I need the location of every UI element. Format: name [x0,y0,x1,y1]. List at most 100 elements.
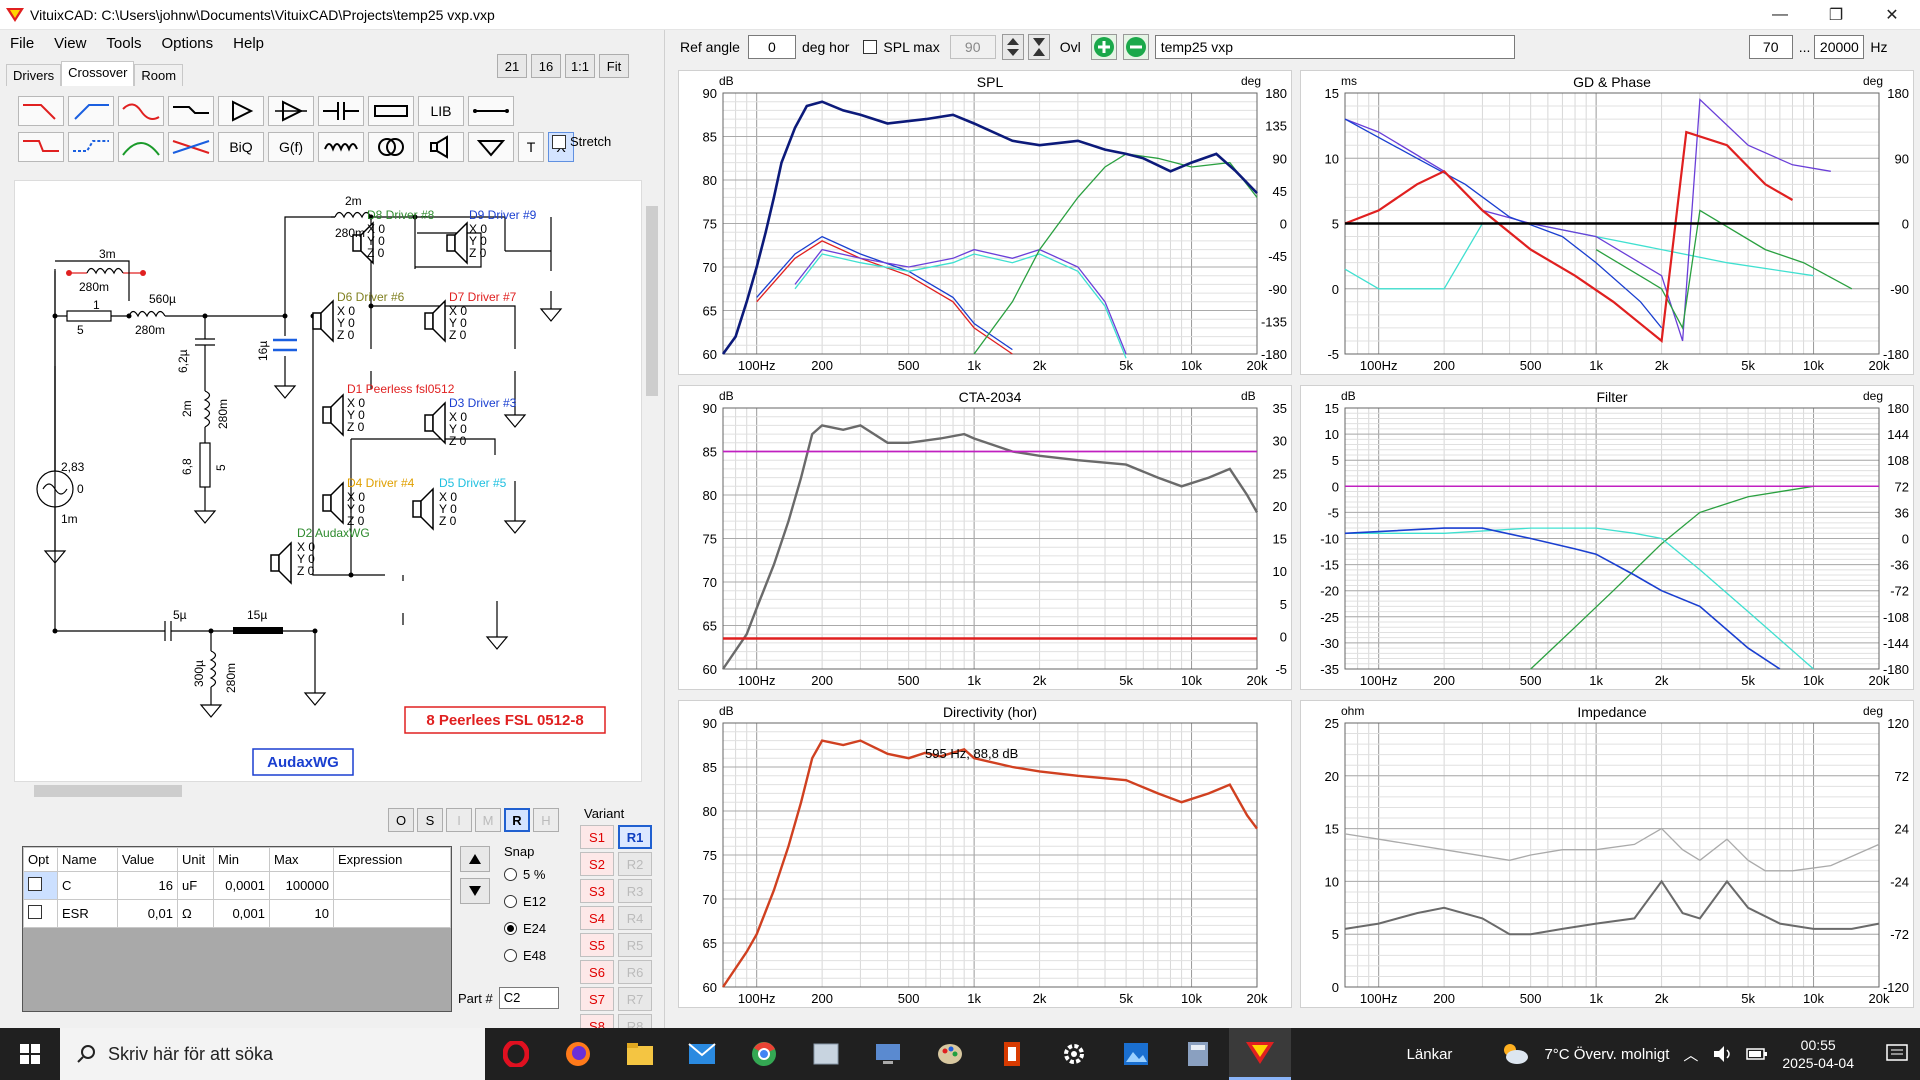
filter-graph[interactable]: Filter dB deg 15 10 5 0 -5 -10 -15 -20 -25 -30 -35 180… [1300,385,1914,690]
remove-overlay-button[interactable] [1122,34,1149,60]
wire-tool[interactable] [468,96,514,126]
weather-cloud-icon[interactable] [1500,1042,1530,1066]
driver-symbol[interactable] [322,481,344,525]
mode-h-button[interactable]: H [533,808,559,832]
mode-m-button[interactable]: M [475,808,501,832]
menu-options[interactable]: Options [151,35,223,52]
opt-checkbox[interactable] [28,877,42,891]
variant-s1-button[interactable]: S1 [580,825,614,849]
radio-e48[interactable] [504,949,517,962]
min-cell[interactable]: 0,0001 [213,871,270,900]
driver-symbol[interactable] [412,487,434,531]
max-cell[interactable]: 100000 [269,871,334,900]
schematic-horizontal-scrollbar[interactable] [14,782,642,800]
buffer-tool[interactable] [218,96,264,126]
snap-option-5pct[interactable]: 5 % [498,861,546,888]
variant-r3-button[interactable]: R3 [618,879,652,903]
bandpass2-tool[interactable] [118,132,164,162]
ref-angle-input[interactable]: 0 [747,35,796,59]
inductor-tool[interactable] [318,132,364,162]
cta2034-graph-canvas[interactable]: CTA-2034dB dB9085807570656035302520151050… [679,386,1293,691]
mode-o-button[interactable]: O [388,808,414,832]
variant-r7-button[interactable]: R7 [618,987,652,1011]
opt-cell[interactable] [23,899,58,928]
variant-s3-button[interactable]: S3 [580,879,614,903]
vertical-scroll-thumb[interactable] [646,206,658,396]
notifications-icon[interactable] [1886,1044,1908,1064]
start-button[interactable] [0,1028,60,1080]
freq-min-input[interactable]: 70 [1748,35,1793,59]
lowpass-tool[interactable] [18,96,64,126]
impedance-graph[interactable]: Impedance ohm deg 25 20 15 10 5 0 120 72 24 -24 -72 -1… [1300,700,1914,1008]
schematic-canvas[interactable]: 3m 280m 1 5 560µ 280m 6,2µ 16µ 2m 280m 6… [14,180,642,782]
menu-view[interactable]: View [44,35,96,52]
vituixcad-taskbar-icon[interactable] [1229,1028,1291,1080]
driver-symbol[interactable] [270,541,292,585]
snap-option-e48[interactable]: E48 [498,942,546,969]
driver-symbol[interactable] [322,393,344,437]
calendar-app-icon[interactable] [795,1028,857,1080]
spl-graph[interactable]: SPL dB deg 90 85 80 75 70 65 60 180 135 90 45 0 -45 -90 -… [678,70,1292,375]
part-number-input[interactable]: C2 [498,987,559,1009]
max-cell[interactable]: 10 [269,899,334,928]
directivity-graph[interactable]: Directivity (hor) dB 90 85 80 75 70 65 60 100Hz 20… [678,700,1292,1008]
freq-max-input[interactable]: 20000 [1814,35,1865,59]
min-cell[interactable]: 0,001 [213,899,270,928]
lowpass2-tool[interactable] [18,132,64,162]
radio-e12[interactable] [504,895,517,908]
driver-symbol[interactable] [312,299,334,343]
menu-tools[interactable]: Tools [96,35,151,52]
minimize-button[interactable]: — [1752,0,1808,30]
driver-tool[interactable] [418,132,464,162]
resistor-tool[interactable] [368,96,414,126]
overlay-name-input[interactable]: temp25 vxp [1154,35,1515,59]
radio-5pct[interactable] [504,868,517,881]
opt-checkbox[interactable] [28,905,42,919]
chrome-icon[interactable] [733,1028,795,1080]
menu-help[interactable]: Help [223,35,274,52]
ground-tool[interactable] [468,132,514,162]
photos-icon[interactable] [1105,1028,1167,1080]
variant-r6-button[interactable]: R6 [618,960,652,984]
variant-r4-button[interactable]: R4 [618,906,652,930]
radio-e24[interactable] [504,922,517,935]
expression-cell[interactable] [333,871,451,900]
office-icon[interactable] [981,1028,1043,1080]
expression-cell[interactable] [333,899,451,928]
spl-fit-button[interactable] [1027,34,1050,60]
battery-icon[interactable] [1746,1047,1768,1061]
horizontal-scroll-thumb[interactable] [34,785,182,797]
spl-max-checkbox[interactable] [863,40,878,54]
schematic-vertical-scrollbar[interactable] [643,180,661,782]
zoom-fit-button[interactable]: Fit [599,54,629,78]
mail-icon[interactable] [671,1028,733,1080]
tab-drivers[interactable]: Drivers [6,64,62,86]
opera-icon[interactable] [485,1028,547,1080]
zoom-1to1-button[interactable]: 1:1 [565,54,595,78]
variant-s4-button[interactable]: S4 [580,906,614,930]
variant-s6-button[interactable]: S6 [580,960,614,984]
close-button[interactable]: ✕ [1864,0,1920,30]
table-row[interactable]: C 16 uF 0,0001 100000 [23,871,451,900]
spl-graph-canvas[interactable]: SPL dB deg 90 85 80 75 70 65 60 180 135 90 45 0 -45 -90 -… [679,71,1293,376]
mode-i-button[interactable]: I [446,808,472,832]
variant-s5-button[interactable]: S5 [580,933,614,957]
snap-option-e24[interactable]: E24 [498,915,546,942]
volume-icon[interactable] [1712,1045,1732,1063]
clock[interactable]: 00:55 2025-04-04 [1782,1036,1854,1072]
highpass2-tool[interactable] [68,132,114,162]
variant-r2-button[interactable]: R2 [618,852,652,876]
gd-phase-graph[interactable]: GD & Phase ms deg 15 10 5 0 -5 180 90 0 -90 -180 100H… [1300,70,1914,375]
spl-max-input[interactable]: 90 [949,35,996,59]
text-tool[interactable]: T [518,132,544,162]
zoom-16-button[interactable]: 16 [531,54,561,78]
links-toolbar[interactable]: Länkar [1407,1046,1453,1063]
stretch-checkbox[interactable] [552,134,566,149]
table-row[interactable]: ESR 0,01 Ω 0,001 10 [23,899,451,928]
zoom-21-button[interactable]: 21 [497,54,527,78]
variant-s2-button[interactable]: S2 [580,852,614,876]
value-cell[interactable]: 16 [117,871,178,900]
lib-tool[interactable]: LIB [418,96,464,126]
notch-tool[interactable] [168,132,214,162]
step-down-button[interactable] [460,878,490,904]
